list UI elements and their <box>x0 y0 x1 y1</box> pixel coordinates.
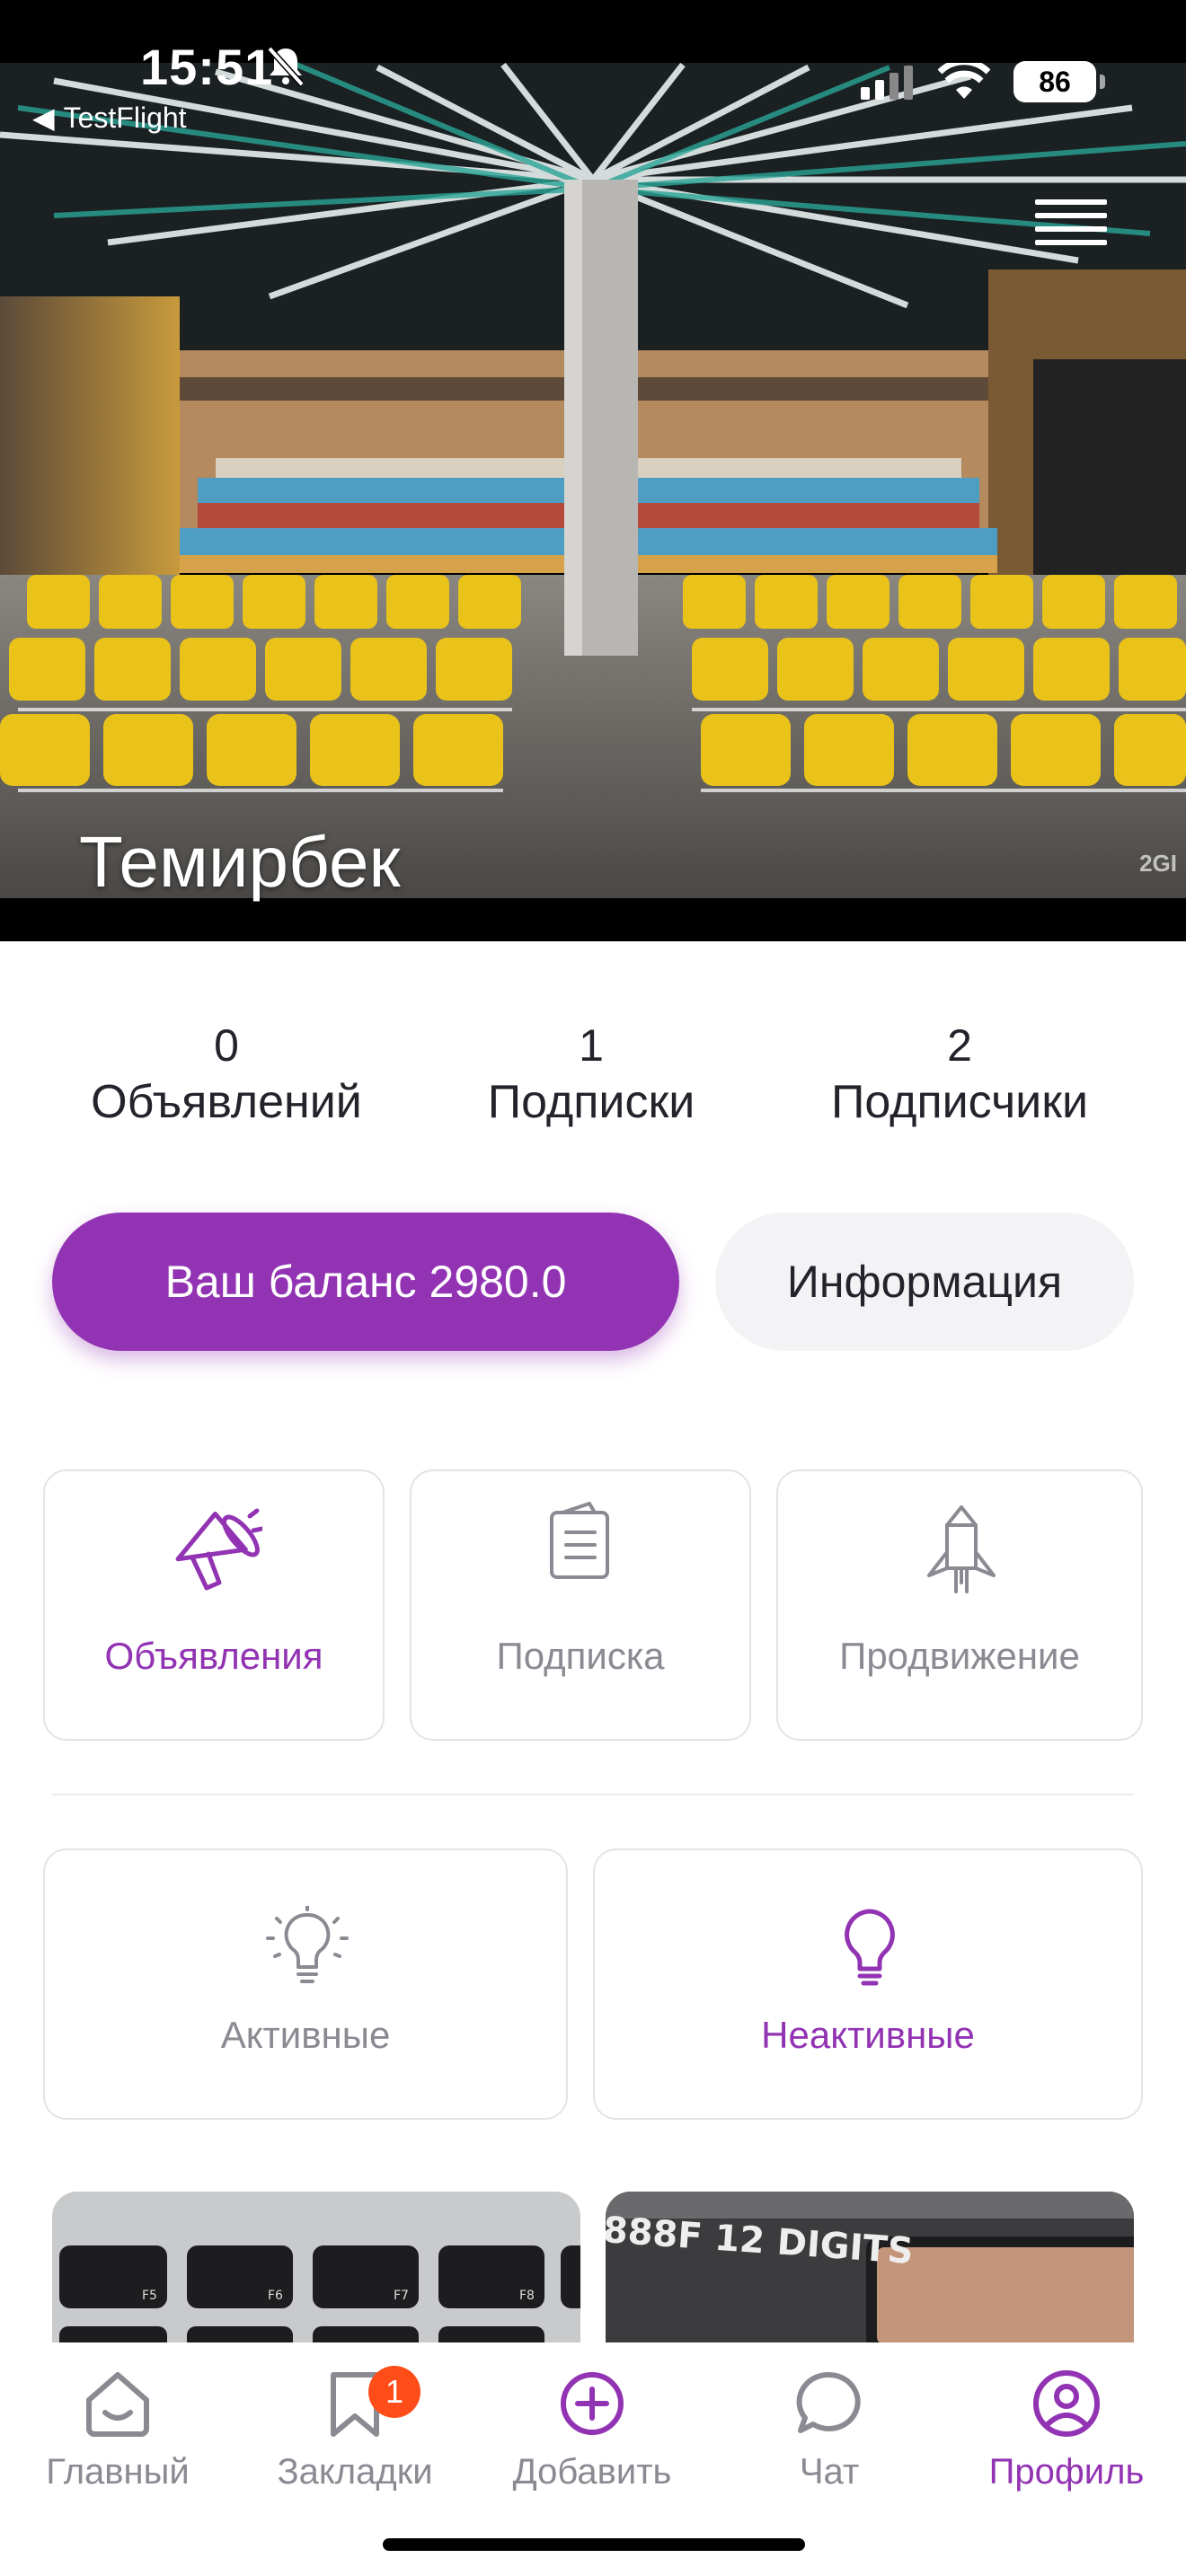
listing-thumbnail[interactable]: 888F 12 DIGITS <box>606 2192 1134 2344</box>
profile-name: Темирбек <box>79 822 401 902</box>
back-arrow-icon: ◀ <box>32 101 55 134</box>
filter-label: Активные <box>220 2014 391 2056</box>
menu-line <box>1035 199 1107 205</box>
lightbulb-on-icon <box>266 1906 349 1983</box>
megaphone-icon <box>175 1508 262 1591</box>
chat-icon <box>796 2371 861 2433</box>
profile-cover: 15:51 ◀ TestFlight 86 Темирбек 2GI <box>0 0 1186 941</box>
menu-line <box>1035 240 1107 245</box>
section-subscription-card[interactable]: Подписка <box>410 1469 751 1741</box>
tab-label: Чат <box>799 2452 860 2492</box>
photo-watermark: 2GI <box>1139 850 1177 877</box>
tab-bookmarks[interactable]: 1 Закладки <box>252 2366 458 2492</box>
bottom-tab-bar: Главный 1 Закладки Добавить Чат Профиль <box>0 2342 1186 2576</box>
tab-profile[interactable]: Профиль <box>963 2368 1170 2492</box>
balance-button[interactable]: Ваш баланс 2980.0 <box>52 1213 679 1351</box>
tab-label: Добавить <box>512 2452 672 2492</box>
rocket-icon <box>927 1505 996 1593</box>
bell-off-icon <box>267 46 305 86</box>
stat-label: Объявлений <box>91 1076 362 1128</box>
back-to-testflight[interactable]: ◀ TestFlight <box>32 101 187 135</box>
stat-subscriptions[interactable]: 1 Подписки <box>429 1019 753 1132</box>
section-label: Подписка <box>496 1635 665 1677</box>
add-circle-icon <box>561 2372 624 2435</box>
tab-label: Профиль <box>988 2452 1145 2492</box>
bookmarks-badge: 1 <box>368 2366 420 2418</box>
section-divider <box>52 1794 1134 1795</box>
document-icon <box>550 1502 609 1579</box>
section-listings-card[interactable]: Объявления <box>43 1469 385 1741</box>
listing-thumbnail[interactable]: F5 F6 F7 F8 <box>52 2192 580 2344</box>
tab-add[interactable]: Добавить <box>489 2368 695 2492</box>
filter-inactive-card[interactable]: Неактивные <box>593 1848 1143 2120</box>
stat-value: 1 <box>579 1020 604 1071</box>
home-indicator <box>383 2538 805 2551</box>
profile-icon <box>1033 2370 1100 2437</box>
stat-label: Подписчики <box>830 1076 1089 1128</box>
tab-label: Закладки <box>277 2452 433 2492</box>
menu-button[interactable] <box>1035 199 1107 250</box>
svg-text:F5: F5 <box>142 2289 157 2303</box>
svg-text:F7: F7 <box>394 2289 409 2303</box>
info-button[interactable]: Информация <box>715 1213 1134 1351</box>
status-indicators: 86 <box>861 61 1105 102</box>
cover-photo <box>0 0 1186 941</box>
menu-line <box>1035 213 1107 218</box>
stat-label: Подписки <box>487 1076 695 1128</box>
battery-indicator: 86 <box>1013 61 1105 102</box>
stat-value: 0 <box>214 1020 239 1071</box>
section-label: Продвижение <box>839 1635 1080 1677</box>
home-icon <box>86 2372 149 2437</box>
stat-subscribers[interactable]: 2 Подписчики <box>798 1019 1121 1132</box>
back-app-label: TestFlight <box>63 101 187 134</box>
tab-label: Главный <box>46 2452 190 2492</box>
tab-chat[interactable]: Чат <box>726 2368 933 2492</box>
section-label: Объявления <box>104 1635 323 1677</box>
stat-listings[interactable]: 0 Объявлений <box>65 1019 388 1132</box>
stat-value: 2 <box>947 1020 972 1071</box>
menu-line <box>1035 226 1107 232</box>
section-promotion-card[interactable]: Продвижение <box>776 1469 1143 1741</box>
lightbulb-icon <box>845 1909 895 1986</box>
status-time: 15:51 <box>140 39 274 95</box>
filter-active-card[interactable]: Активные <box>43 1848 568 2120</box>
svg-text:F6: F6 <box>268 2289 283 2303</box>
signal-icon <box>861 66 913 100</box>
calculator-photo: 888F 12 DIGITS <box>606 2192 1134 2344</box>
tab-home[interactable]: Главный <box>14 2368 221 2492</box>
keyboard-photo: F5 F6 F7 F8 <box>52 2192 580 2344</box>
svg-text:F8: F8 <box>519 2289 535 2303</box>
filter-label: Неактивные <box>761 2014 975 2056</box>
wifi-icon <box>938 63 990 99</box>
